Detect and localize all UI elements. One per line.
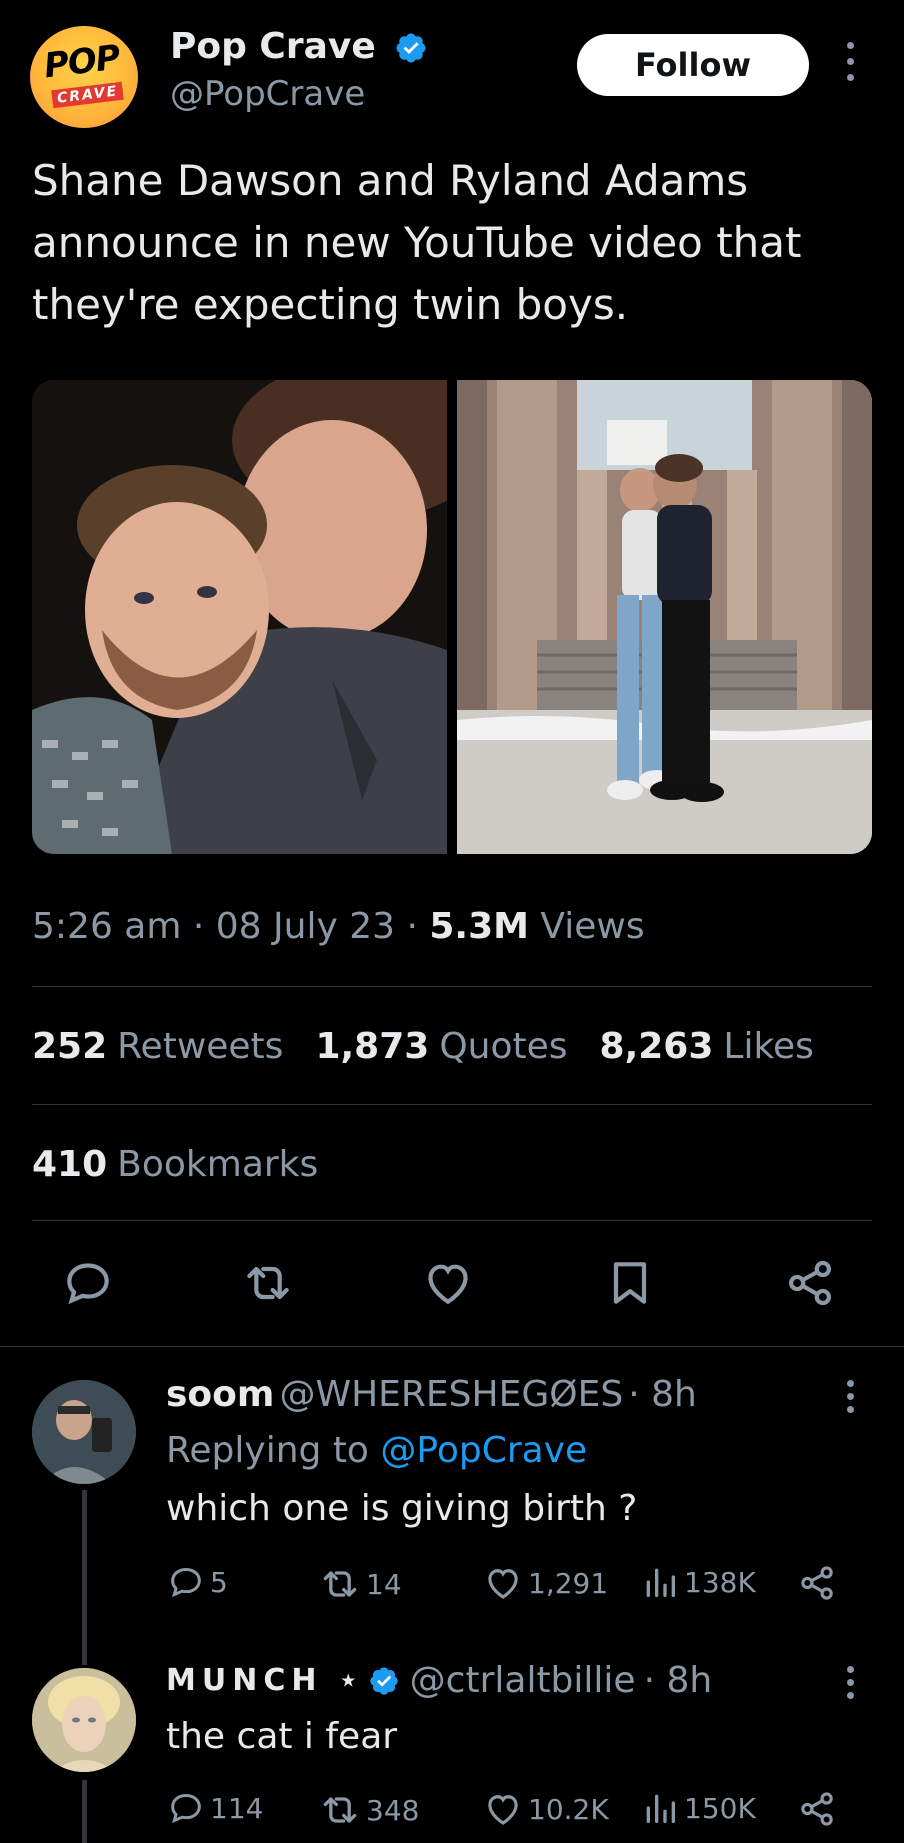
reply-retweet-action[interactable]: 14	[318, 1562, 402, 1606]
reply-text: which one is giving birth ?	[166, 1488, 638, 1529]
reply-like-action[interactable]: 1,291	[482, 1562, 608, 1604]
like-heart-icon[interactable]	[420, 1255, 476, 1311]
retweets-count: 252	[32, 1026, 108, 1067]
reply-like-action[interactable]: 10.2K	[482, 1788, 609, 1830]
reply-time[interactable]: · 8h	[644, 1660, 713, 1701]
reply-comment-action[interactable]: 5	[166, 1562, 228, 1602]
retweet-icon	[323, 1571, 357, 1597]
more-options-icon[interactable]	[840, 42, 860, 88]
reply-author-handle[interactable]: @ctrlaltbillie	[410, 1660, 636, 1701]
reply-avatar[interactable]	[32, 1380, 136, 1484]
retweet-count: 14	[366, 1567, 402, 1601]
reply-time[interactable]: · 8h	[628, 1374, 697, 1415]
replying-to-handle[interactable]: @PopCrave	[380, 1430, 587, 1471]
retweets-label: Retweets	[117, 1026, 284, 1067]
tweet-text: Shane Dawson and Ryland Adams announce i…	[32, 156, 802, 329]
tweet-date[interactable]: 08 July 23	[216, 906, 395, 947]
reply-more-icon[interactable]	[840, 1380, 860, 1416]
author-name[interactable]: Pop Crave	[170, 26, 376, 67]
share-icon	[801, 1566, 833, 1600]
thread-connector	[82, 1490, 87, 1665]
quotes-stat[interactable]: 1,873 Quotes	[315, 1026, 567, 1067]
engagement-stats: 252 Retweets 1,873 Quotes 8,263 Likes	[32, 1026, 814, 1067]
photo-closeup-illustration	[32, 380, 447, 854]
views-chart-icon	[646, 1568, 675, 1597]
like-count: 1,291	[528, 1566, 609, 1600]
likes-count: 8,263	[599, 1026, 714, 1067]
reply-text: the cat i fear	[166, 1716, 398, 1757]
replying-to-prefix: Replying to	[166, 1430, 369, 1471]
bookmarks-count: 410	[32, 1144, 108, 1185]
verified-badge-icon	[396, 33, 426, 63]
bookmark-icon[interactable]	[602, 1255, 658, 1311]
reply-views-action[interactable]: 138K	[640, 1562, 756, 1602]
verified-badge-icon	[370, 1666, 398, 1695]
logo-text-pop: POP	[41, 37, 122, 87]
reply-author-name[interactable]: soom	[166, 1374, 274, 1415]
share-icon	[801, 1792, 833, 1826]
divider	[0, 1346, 904, 1347]
follow-button[interactable]: Follow	[577, 34, 809, 96]
retweet-icon[interactable]	[240, 1255, 296, 1311]
media-photo-couple-building[interactable]	[457, 380, 872, 854]
like-heart-icon	[488, 1795, 518, 1825]
divider	[32, 1220, 872, 1221]
views-chart-icon	[646, 1794, 675, 1823]
like-count: 10.2K	[528, 1792, 609, 1826]
tweet-action-bar	[32, 1255, 872, 1315]
retweet-count: 348	[366, 1793, 420, 1827]
reply-icon[interactable]	[60, 1255, 116, 1311]
reply-action-bar: 5 14 1,291 138K	[166, 1562, 856, 1612]
author-name-row[interactable]: Pop Crave	[170, 26, 428, 67]
photo-building-illustration	[457, 380, 872, 854]
thread-connector	[82, 1780, 87, 1843]
views-count: 138K	[684, 1565, 756, 1599]
media-photo-couple-closeup[interactable]	[32, 380, 447, 854]
retweets-stat[interactable]: 252 Retweets	[32, 1026, 283, 1067]
reply-action-bar: 114 348 10.2K 150K	[166, 1788, 856, 1838]
reply-views-action[interactable]: 150K	[640, 1788, 756, 1828]
author-handle[interactable]: @PopCrave	[170, 74, 365, 114]
reply-icon	[171, 1793, 201, 1824]
reply-author-name[interactable]: MUNCH ⋆	[166, 1663, 364, 1698]
likes-label: Likes	[723, 1026, 814, 1067]
bookmarks-stat[interactable]: 410 Bookmarks	[32, 1144, 318, 1185]
views-count: 150K	[684, 1791, 756, 1825]
reply-comment-action[interactable]: 114	[166, 1788, 263, 1828]
reply-author-handle[interactable]: @WHERESHEGØES	[280, 1374, 624, 1415]
share-icon[interactable]	[782, 1255, 838, 1311]
like-heart-icon	[488, 1569, 518, 1599]
logo-text-crave: CRAVE	[51, 81, 125, 109]
likes-stat[interactable]: 8,263 Likes	[600, 1026, 814, 1067]
divider	[32, 1104, 872, 1105]
quotes-label: Quotes	[439, 1026, 568, 1067]
bookmarks-label: Bookmarks	[117, 1144, 319, 1185]
quotes-count: 1,873	[315, 1026, 430, 1067]
author-avatar[interactable]: POP CRAVE	[30, 26, 138, 128]
reply-header: soom @WHERESHEGØES · 8h	[166, 1374, 697, 1415]
views-count: 5.3M	[429, 906, 529, 947]
tweet-time[interactable]: 5:26 am	[32, 906, 181, 947]
tweet-media[interactable]	[32, 380, 872, 854]
reply-header: MUNCH ⋆ @ctrlaltbillie · 8h	[166, 1660, 712, 1701]
retweet-icon	[323, 1797, 357, 1823]
divider	[32, 986, 872, 987]
avatar-image	[32, 1668, 136, 1772]
reply-share-action[interactable]	[796, 1562, 838, 1604]
reply-icon	[171, 1567, 201, 1598]
views-label: Views	[540, 906, 645, 947]
bookmark-stats: 410 Bookmarks	[32, 1144, 318, 1185]
reply-share-action[interactable]	[796, 1788, 838, 1830]
reply-count: 5	[210, 1565, 228, 1599]
reply-avatar[interactable]	[32, 1668, 136, 1772]
replying-to: Replying to @PopCrave	[166, 1430, 587, 1471]
avatar-image	[32, 1380, 136, 1484]
reply-more-icon[interactable]	[840, 1666, 860, 1702]
tweet-meta: 5:26 am · 08 July 23 · 5.3M Views	[32, 906, 645, 947]
reply-count: 114	[210, 1791, 264, 1825]
reply-retweet-action[interactable]: 348	[318, 1788, 419, 1832]
